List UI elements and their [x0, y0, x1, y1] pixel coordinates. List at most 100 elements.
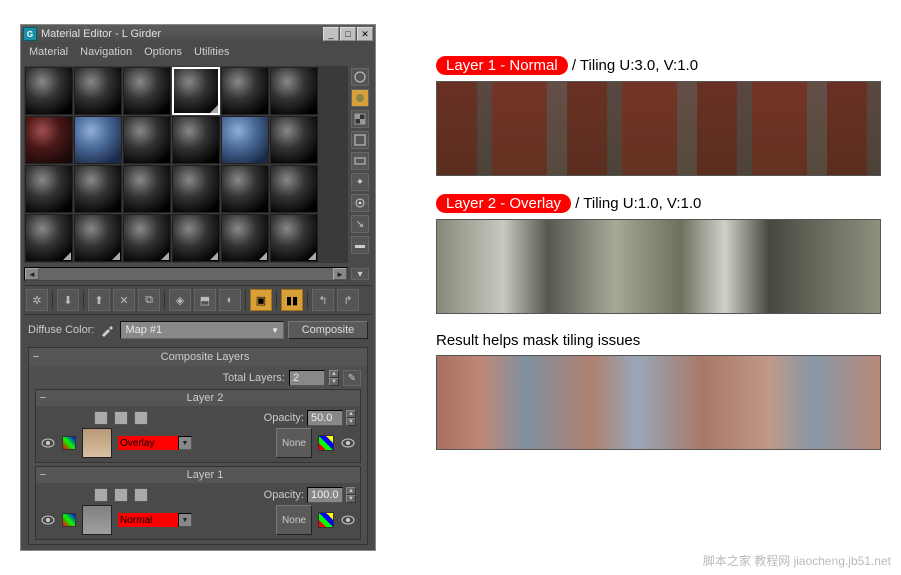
color-swatch-icon[interactable]: [62, 436, 76, 450]
make-unique-icon[interactable]: ◈: [169, 289, 191, 311]
layer-panel: − Layer 1 Opacity: 100.0: [35, 466, 361, 540]
mask-slot-button[interactable]: None: [276, 428, 312, 458]
sample-side-toolbar: ✦ ↘ ▬: [348, 66, 372, 263]
blend-mode-dropdown[interactable]: Normal: [118, 513, 178, 527]
eyedropper-icon[interactable]: [98, 323, 116, 337]
material-slot[interactable]: [123, 116, 171, 164]
dropdown-arrow-icon[interactable]: ▼: [178, 513, 192, 527]
layer-vis-icon[interactable]: [94, 411, 108, 425]
put-to-library-icon[interactable]: ⬒: [194, 289, 216, 311]
menu-options[interactable]: Options: [144, 46, 182, 60]
material-slot-selected[interactable]: [172, 67, 220, 115]
background-icon[interactable]: [351, 110, 369, 128]
color-swatch-icon[interactable]: [62, 513, 76, 527]
material-slot[interactable]: [270, 165, 318, 213]
material-slot[interactable]: [74, 165, 122, 213]
close-button[interactable]: ✕: [357, 27, 373, 41]
opacity-spinner[interactable]: 50.0: [307, 410, 343, 426]
get-material-icon[interactable]: ✲: [26, 289, 48, 311]
opacity-spinner[interactable]: 100.0: [307, 487, 343, 503]
material-slot[interactable]: [123, 214, 171, 262]
reset-map-icon[interactable]: ✕: [113, 289, 135, 311]
diffuse-color-label: Diffuse Color:: [28, 324, 94, 336]
maximize-button[interactable]: □: [340, 27, 356, 41]
material-slot[interactable]: [172, 165, 220, 213]
select-by-material-icon[interactable]: ↘: [351, 215, 369, 233]
sample-uv-tiling-icon[interactable]: [351, 131, 369, 149]
add-layer-icon[interactable]: ✎: [343, 370, 361, 386]
options-icon[interactable]: [351, 194, 369, 212]
map-name-dropdown[interactable]: Map #1▼: [120, 321, 284, 339]
material-slot[interactable]: [221, 165, 269, 213]
layer-dup-icon[interactable]: [114, 488, 128, 502]
texture-preview-result: [436, 355, 881, 450]
material-slot[interactable]: [123, 165, 171, 213]
mask-slot-button[interactable]: None: [276, 505, 312, 535]
menu-utilities[interactable]: Utilities: [194, 46, 229, 60]
material-slot[interactable]: [172, 214, 220, 262]
material-slot[interactable]: [270, 67, 318, 115]
rollout-header[interactable]: − Composite Layers: [29, 348, 367, 366]
material-slot[interactable]: [270, 116, 318, 164]
show-in-viewport-icon[interactable]: ▣: [250, 289, 272, 311]
backlight-icon[interactable]: [351, 89, 369, 107]
scroll-left-icon[interactable]: ◄: [25, 268, 39, 280]
total-layers-spinner[interactable]: 2: [289, 370, 325, 386]
collapse-icon[interactable]: −: [29, 351, 43, 363]
mask-color-icon[interactable]: [318, 435, 334, 451]
material-slot[interactable]: [74, 214, 122, 262]
collapse-icon[interactable]: −: [36, 392, 50, 404]
layer-panel: − Layer 2 Opacity: 50.0: [35, 389, 361, 463]
material-slot[interactable]: [25, 165, 73, 213]
eye-icon[interactable]: [340, 513, 356, 527]
slot-hscrollbar[interactable]: ◄ ►: [24, 267, 348, 281]
assign-to-selection-icon[interactable]: ⬆: [88, 289, 110, 311]
go-forward-icon[interactable]: ↱: [337, 289, 359, 311]
material-slot[interactable]: [25, 67, 73, 115]
spinner-down-icon[interactable]: ▼: [329, 378, 339, 386]
scroll-right-icon[interactable]: ►: [333, 268, 347, 280]
material-slot[interactable]: [221, 67, 269, 115]
material-slot[interactable]: [74, 116, 122, 164]
layer-header[interactable]: − Layer 1: [36, 467, 360, 483]
texture-thumb[interactable]: [82, 505, 112, 535]
eye-icon[interactable]: [40, 436, 56, 450]
material-slot[interactable]: [221, 214, 269, 262]
eye-icon[interactable]: [40, 513, 56, 527]
slot-count-icon[interactable]: ▾: [351, 268, 369, 280]
make-preview-icon[interactable]: ✦: [351, 173, 369, 191]
minimize-button[interactable]: _: [323, 27, 339, 41]
material-id-icon[interactable]: ◐: [219, 289, 241, 311]
map-type-button[interactable]: Composite: [288, 321, 368, 339]
show-end-result-icon[interactable]: ▮▮: [281, 289, 303, 311]
material-slot[interactable]: [123, 67, 171, 115]
layer-vis-icon[interactable]: [94, 488, 108, 502]
layer-del-icon[interactable]: [134, 488, 148, 502]
menu-navigation[interactable]: Navigation: [80, 46, 132, 60]
spinner-up-icon[interactable]: ▲: [329, 370, 339, 378]
texture-thumb[interactable]: [82, 428, 112, 458]
blend-mode-dropdown[interactable]: Overlay: [118, 436, 178, 450]
sample-type-icon[interactable]: [351, 68, 369, 86]
go-to-parent-icon[interactable]: ↰: [312, 289, 334, 311]
layer-del-icon[interactable]: [134, 411, 148, 425]
titlebar[interactable]: G Material Editor - L Girder _ □ ✕: [21, 25, 375, 43]
layer-dup-icon[interactable]: [114, 411, 128, 425]
material-slot[interactable]: [25, 116, 73, 164]
eye-icon[interactable]: [340, 436, 356, 450]
collapse-icon[interactable]: −: [36, 469, 50, 481]
make-copy-icon[interactable]: ⧉: [138, 289, 160, 311]
layer-header[interactable]: − Layer 2: [36, 390, 360, 406]
material-slot[interactable]: [25, 214, 73, 262]
layer2-pill: Layer 2 - Overlay: [436, 194, 571, 213]
video-color-check-icon[interactable]: [351, 152, 369, 170]
material-slot[interactable]: [221, 116, 269, 164]
material-slot[interactable]: [172, 116, 220, 164]
material-slot[interactable]: [74, 67, 122, 115]
material-slot[interactable]: [270, 214, 318, 262]
mask-color-icon[interactable]: [318, 512, 334, 528]
menu-material[interactable]: Material: [29, 46, 68, 60]
material-map-navigator-icon[interactable]: ▬: [351, 236, 369, 254]
put-to-scene-icon[interactable]: ⬇: [57, 289, 79, 311]
dropdown-arrow-icon[interactable]: ▼: [178, 436, 192, 450]
